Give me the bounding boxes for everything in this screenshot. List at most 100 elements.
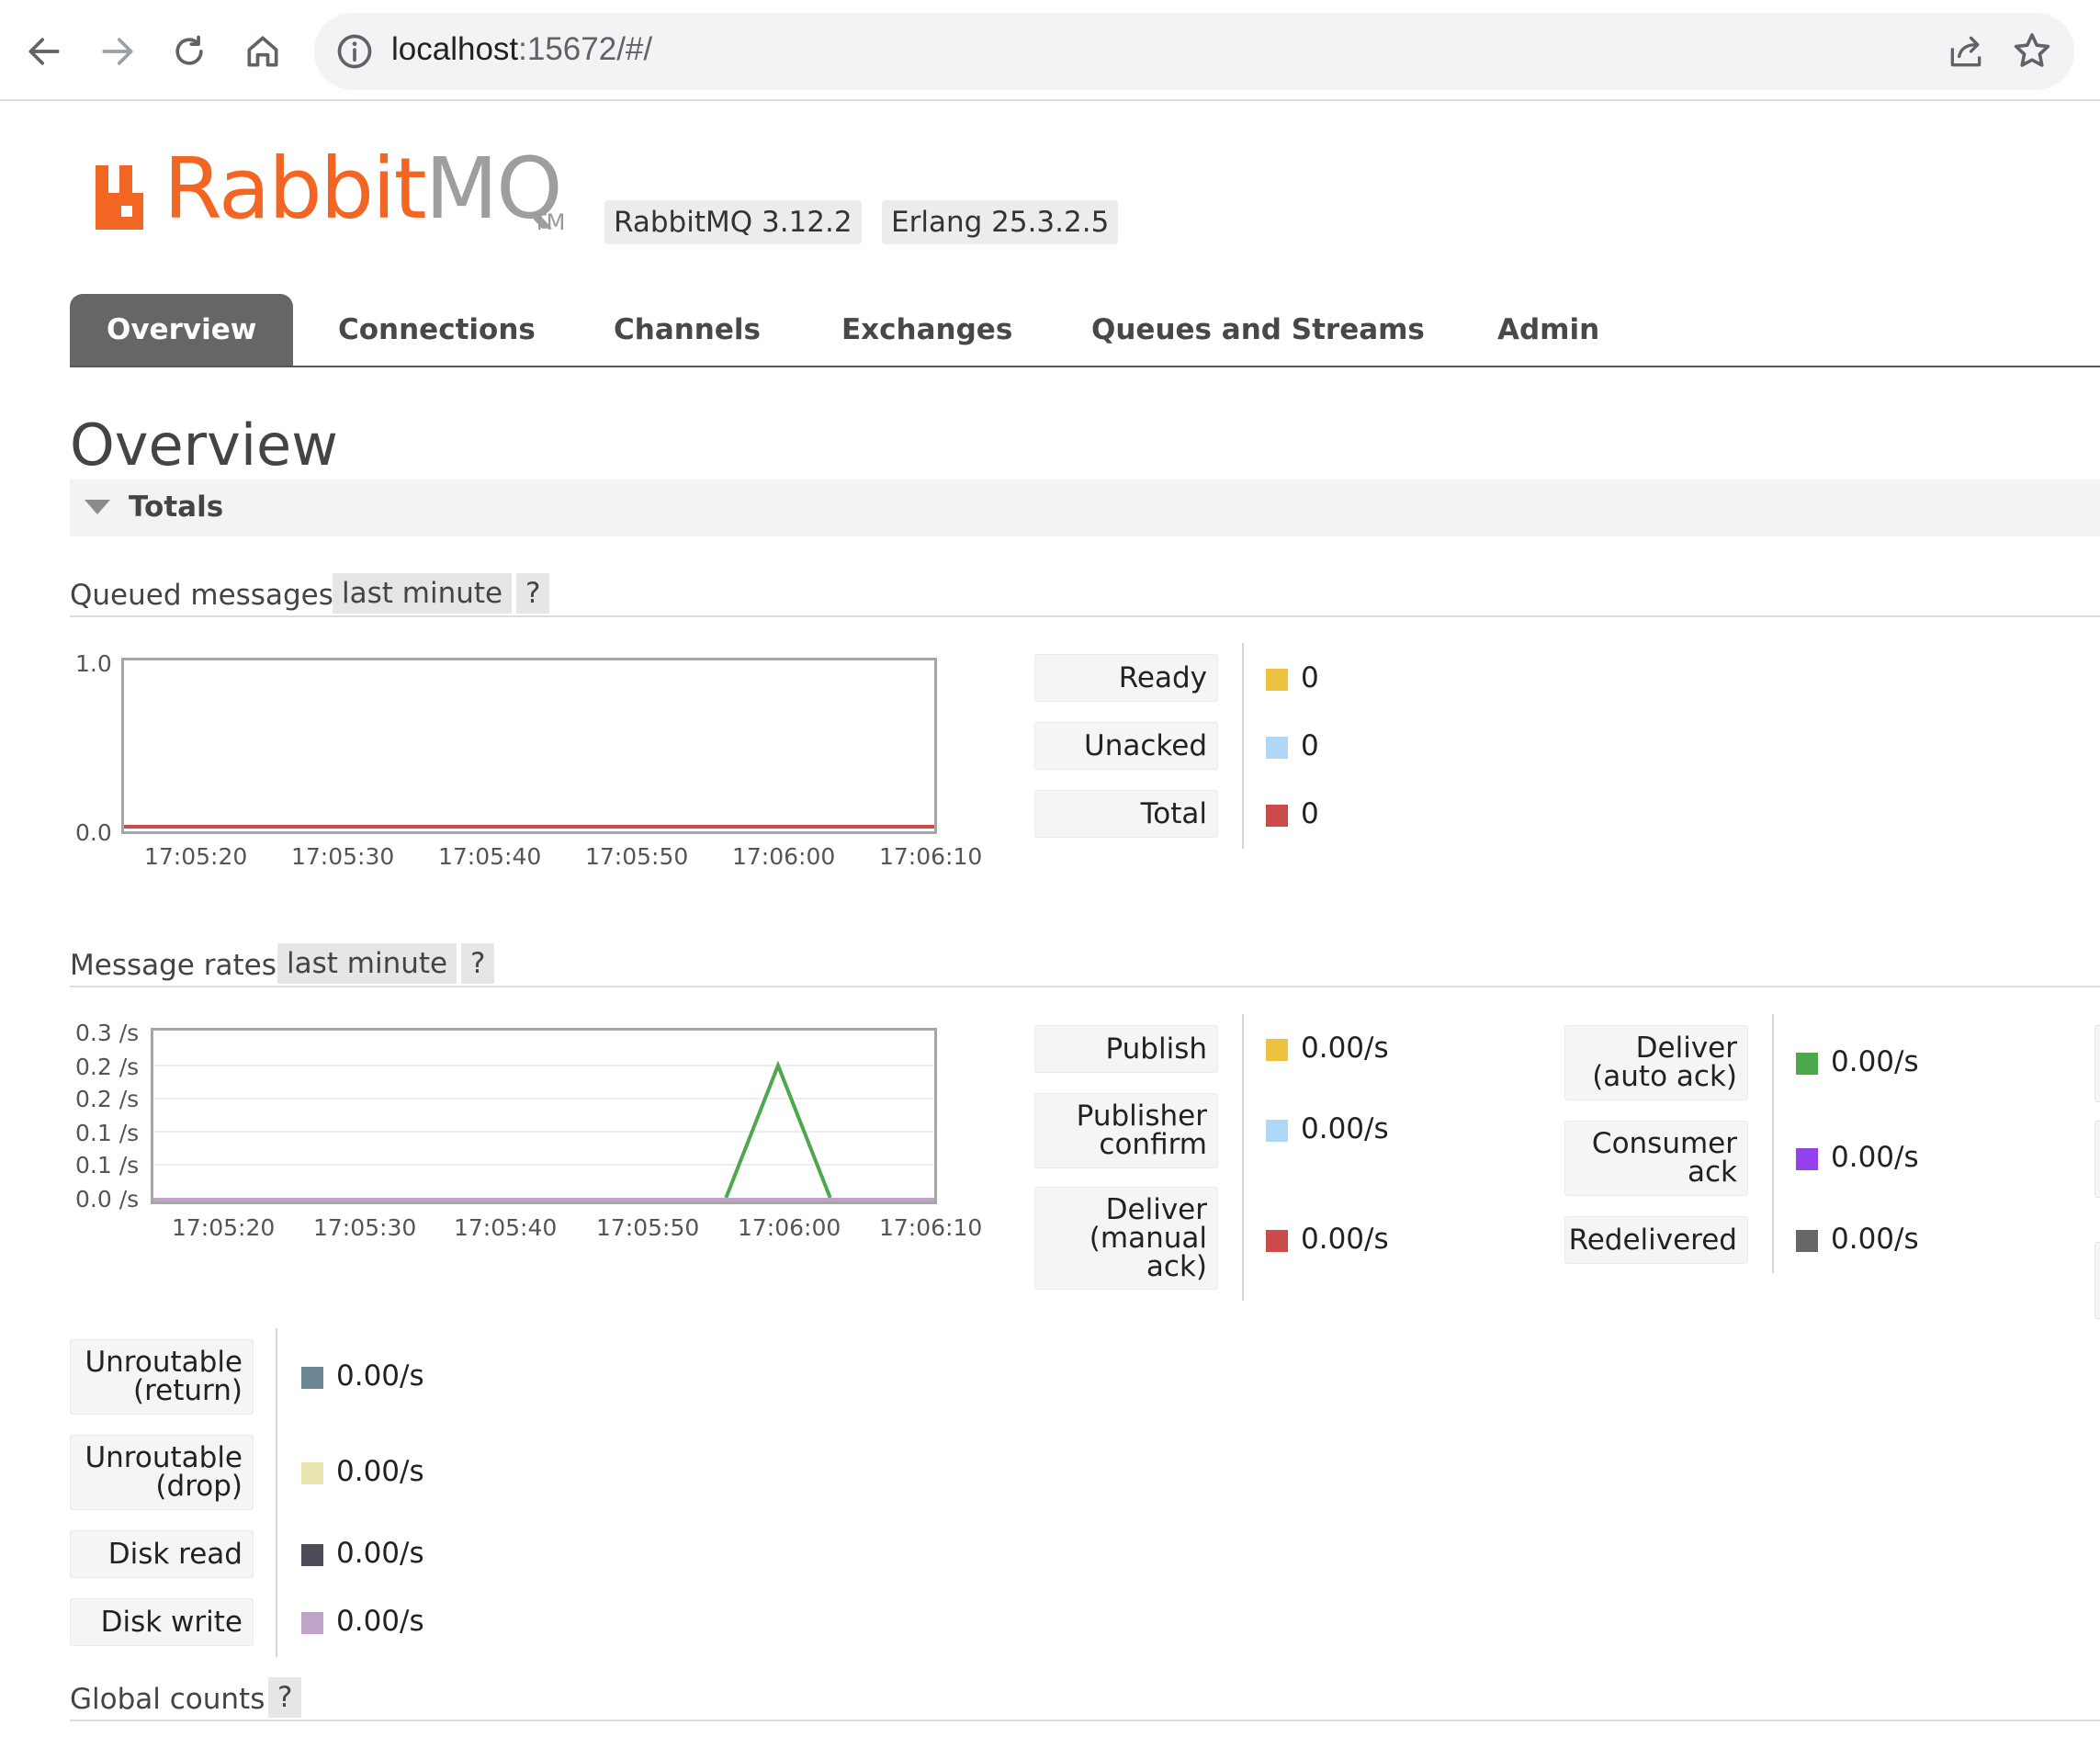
legend-swatch-consumer-ack [1796, 1148, 1818, 1170]
legend-swatch-disk-read [301, 1544, 323, 1566]
totals-section-toggle[interactable]: Totals [70, 479, 2100, 536]
share-icon[interactable] [1946, 31, 1986, 72]
legend-publisher-confirm-label: Publisher confirm [1034, 1093, 1218, 1168]
global-counts-title: Global counts [70, 1683, 265, 1716]
legend-divider [1242, 643, 1244, 849]
legend-label-text: Unroutable [85, 1441, 243, 1474]
browser-toolbar: localhost:15672/#/ [0, 0, 2100, 101]
address-bar[interactable]: localhost:15672/#/ [314, 13, 2074, 90]
tab-channels[interactable]: Channels [614, 294, 761, 366]
x-tick-label: 17:06:00 [732, 843, 836, 870]
legend-swatch-total [1266, 805, 1288, 827]
legend-label-text: ack [1688, 1156, 1737, 1189]
info-icon[interactable] [334, 31, 375, 72]
legend-swatch-ready [1266, 669, 1288, 691]
legend-cutoff-label [2094, 1025, 2100, 1102]
tab-overview[interactable]: Overview [70, 294, 294, 366]
rates-range-selector[interactable]: last minute [277, 943, 457, 984]
collapse-triangle-icon [85, 500, 110, 514]
legend-divider [1772, 1014, 1774, 1273]
tab-exchanges[interactable]: Exchanges [841, 294, 1012, 366]
legend-label-text: (auto ack) [1592, 1060, 1737, 1093]
ready-count: 0 [1301, 661, 1319, 694]
queued-messages-title: Queued messages [70, 579, 333, 612]
legend-label-text: Consumer [1591, 1127, 1737, 1160]
global-counts-help-button[interactable]: ? [268, 1677, 302, 1718]
page-title: Overview [70, 412, 338, 479]
legend-label-text: Total [1140, 796, 1207, 830]
legend-label-text: Publisher [1076, 1100, 1207, 1133]
queued-range-selector[interactable]: last minute [333, 573, 513, 614]
total-count: 0 [1301, 797, 1319, 830]
redelivered-rate: 0.00/s [1831, 1223, 1919, 1256]
legend-label-text: ack) [1146, 1249, 1207, 1283]
legend-label-text: Deliver [1635, 1032, 1737, 1065]
legend-divider [1242, 1014, 1244, 1301]
legend-deliver-auto-ack-label: Deliver (auto ack) [1564, 1025, 1748, 1100]
forward-button[interactable] [90, 24, 145, 79]
y-tick-label: 0.1 /s [75, 1152, 140, 1178]
arrow-left-icon [28, 38, 60, 65]
url-path: :15672/#/ [518, 31, 653, 67]
legend-label-text: Deliver [1105, 1192, 1207, 1226]
message-rates-title: Message rates [70, 949, 277, 982]
back-button[interactable] [17, 24, 72, 79]
x-tick-label: 17:05:20 [172, 1214, 276, 1241]
y-tick-label: 0.3 /s [75, 1020, 140, 1046]
legend-swatch-publish [1266, 1039, 1288, 1061]
legend-consumer-ack-label: Consumer ack [1564, 1121, 1748, 1196]
y-tick-label: 0.2 /s [75, 1054, 140, 1080]
tab-queues-and-streams[interactable]: Queues and Streams [1091, 294, 1425, 366]
tab-admin[interactable]: Admin [1497, 294, 1599, 366]
legend-unroutable-drop-label: Unroutable (drop) [70, 1435, 254, 1510]
publish-rate: 0.00/s [1301, 1032, 1389, 1065]
disk-read-rate: 0.00/s [336, 1537, 424, 1570]
chart-plot-area [151, 1028, 937, 1204]
deliver-auto-ack-rate: 0.00/s [1831, 1045, 1919, 1078]
legend-label-text: Unacked [1084, 728, 1207, 762]
tab-connections[interactable]: Connections [338, 294, 536, 366]
x-tick-label: 17:05:50 [585, 843, 689, 870]
bookmark-star-icon[interactable] [2010, 29, 2054, 73]
legend-ready-label: Ready [1034, 654, 1218, 702]
legend-redelivered-label: Redelivered [1564, 1216, 1748, 1264]
legend-swatch-disk-write [301, 1612, 323, 1634]
home-icon [247, 36, 278, 67]
y-tick-label: 0.1 /s [75, 1120, 140, 1146]
queued-messages-chart [121, 658, 937, 834]
home-button[interactable] [235, 24, 290, 79]
rabbit-logo-icon [96, 165, 143, 230]
logo-text-rabbit: Rabbit [164, 140, 427, 238]
legend-divider [276, 1328, 277, 1657]
legend-disk-write-label: Disk write [70, 1598, 254, 1646]
queued-help-button[interactable]: ? [516, 573, 550, 614]
trademark: TM [533, 209, 566, 235]
legend-swatch-deliver-auto-ack [1796, 1053, 1818, 1075]
rabbitmq-logo[interactable]: RabbitMQ TM [96, 147, 573, 242]
erlang-version-badge: Erlang 25.3.2.5 [882, 200, 1119, 244]
legend-label-text: confirm [1099, 1128, 1207, 1161]
x-tick-label: 17:05:40 [438, 843, 542, 870]
rates-help-button[interactable]: ? [461, 943, 495, 984]
x-tick-label: 17:06:10 [879, 1214, 983, 1241]
unroutable-return-rate: 0.00/s [336, 1359, 424, 1393]
arrow-right-icon [102, 38, 133, 65]
global-counts-header: Global counts ? [70, 1677, 2100, 1721]
y-tick-label: 0.2 /s [75, 1086, 140, 1112]
reload-icon [175, 35, 203, 65]
legend-label-text: Redelivered [1568, 1223, 1737, 1257]
x-tick-label: 17:05:40 [454, 1214, 558, 1241]
url-host: localhost [391, 31, 519, 67]
reload-button[interactable] [162, 24, 217, 79]
legend-label-text: (return) [133, 1374, 243, 1407]
queued-messages-header: Queued messages last minute ? [70, 573, 2100, 617]
legend-swatch-unroutable-drop [301, 1462, 323, 1484]
legend-unroutable-return-label: Unroutable (return) [70, 1339, 254, 1415]
legend-publish-label: Publish [1034, 1025, 1218, 1073]
legend-swatch-unroutable-return [301, 1367, 323, 1389]
legend-label-text: (manual [1089, 1221, 1207, 1255]
x-tick-label: 17:05:50 [596, 1214, 700, 1241]
legend-cutoff-label [2094, 1242, 2100, 1319]
chart-plot-area [121, 658, 937, 834]
legend-cutoff-label [2094, 1121, 2100, 1198]
